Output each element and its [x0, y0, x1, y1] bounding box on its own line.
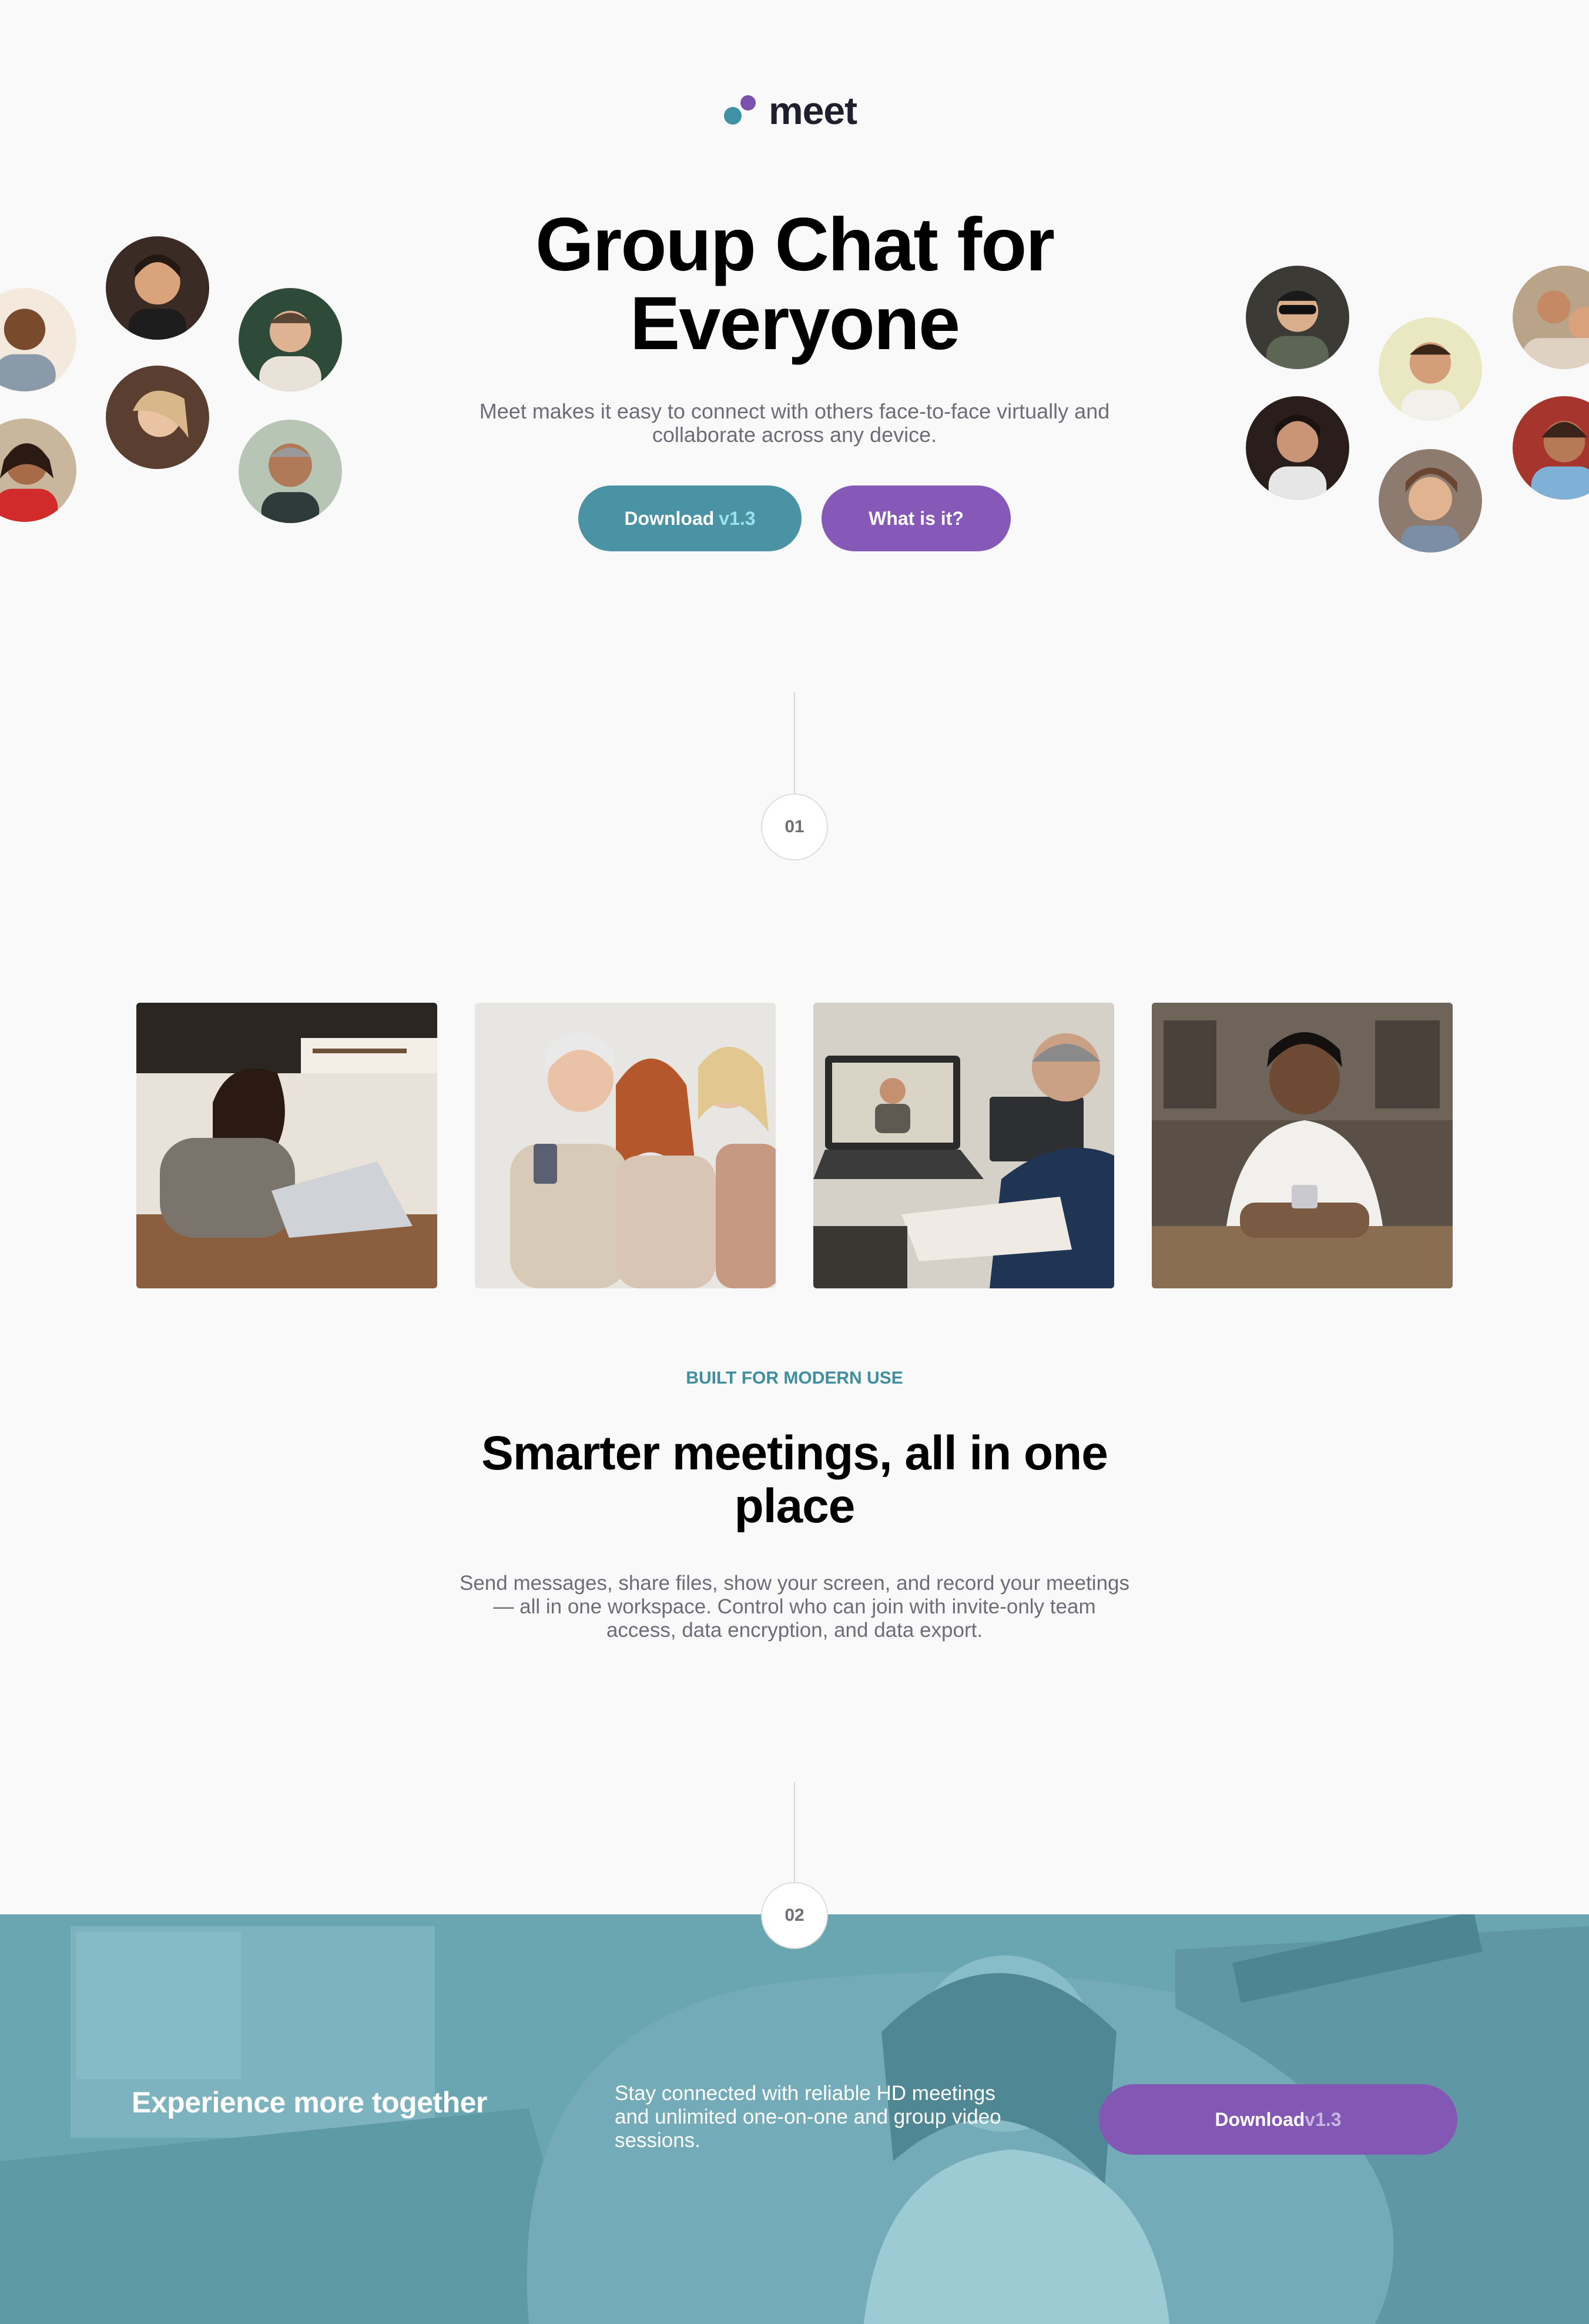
video-call-photo: [813, 1003, 1114, 1288]
cta-download-label: Download: [1215, 2108, 1305, 2130]
woman-laptop-photo: [136, 1003, 437, 1288]
avatar-right-2: [1379, 317, 1482, 421]
avatar-left-1: [0, 288, 76, 391]
logo-dot-purple: [740, 95, 756, 110]
avatar-left-2: [106, 236, 209, 340]
cta-title: Experience more together: [132, 2086, 487, 2119]
avatar-right-4: [1246, 396, 1349, 500]
download-version: v1.3: [719, 507, 756, 529]
step-marker-02: 02: [761, 1882, 828, 1949]
logo-wordmark: meet: [769, 89, 857, 132]
logo-dot-teal: [724, 107, 742, 125]
step-marker-01: 01: [761, 793, 828, 860]
what-is-it-button[interactable]: What is it?: [822, 485, 1011, 551]
features-eyebrow: BUILT FOR MODERN USE: [686, 1368, 903, 1388]
hero-subtitle: Meet makes it easy to connect with other…: [479, 399, 1110, 447]
avatar-right-3: [1513, 266, 1589, 369]
women-phone-photo: [475, 1003, 776, 1288]
cta-download-version: v1.3: [1305, 2108, 1342, 2130]
avatar-left-4: [106, 366, 209, 469]
features-title-line-2: place: [734, 1479, 856, 1533]
hero-title-line-2: Everyone: [629, 282, 960, 366]
download-button[interactable]: Download v1.3: [578, 485, 802, 551]
avatar-right-5: [1379, 449, 1482, 552]
hero-title-line-1: Group Chat for: [535, 203, 1055, 287]
features-body: Send messages, share files, show your sc…: [459, 1572, 1129, 1642]
download-button-label: Download: [624, 507, 715, 529]
hero-title: Group Chat for Everyone: [411, 206, 1178, 363]
timeline-line-1: [794, 692, 795, 798]
avatar-left-3: [239, 288, 342, 391]
features-title: Smarter meetings, all in one place: [447, 1427, 1142, 1533]
features-title-line-1: Smarter meetings, all in one: [481, 1426, 1108, 1480]
avatar-left-5: [0, 418, 76, 522]
avatar-left-6: [239, 420, 342, 523]
avatar-right-6: [1513, 396, 1589, 500]
avatar-right-1: [1246, 266, 1349, 369]
cta-download-button[interactable]: Download v1.3: [1099, 2084, 1457, 2155]
man-phone-photo: [1152, 1003, 1453, 1288]
brand-logo[interactable]: meet: [723, 88, 870, 135]
cta-body: Stay connected with reliable HD meetings…: [615, 2082, 1001, 2152]
